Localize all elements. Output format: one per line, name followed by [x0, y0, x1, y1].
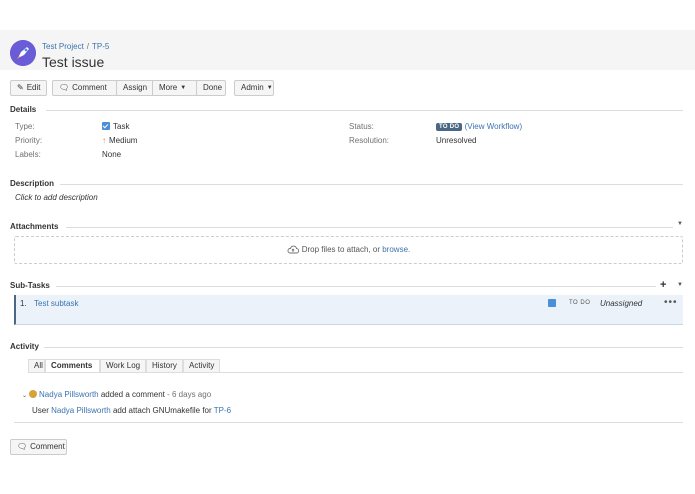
subtask-summary-link[interactable]: Test subtask: [34, 299, 78, 308]
priority-value-text: Medium: [109, 136, 138, 145]
breadcrumb-project-link[interactable]: Test Project: [42, 42, 84, 51]
comment-body-middle: add attach GNUmakefile for: [112, 406, 212, 415]
footer-comment-button[interactable]: 🗨 Comment: [10, 439, 67, 455]
add-subtask-plus-icon[interactable]: +: [660, 279, 666, 291]
status-badge: TO DO: [436, 123, 463, 131]
status-label: Status:: [349, 122, 374, 131]
breadcrumb-issue-key-link[interactable]: TP-5: [92, 42, 109, 51]
tab-all[interactable]: All: [28, 359, 45, 373]
collapse-chevron-down-icon[interactable]: ⌄: [22, 393, 27, 399]
comment-icon: 🗨: [59, 83, 70, 92]
tab-history[interactable]: History: [146, 359, 183, 373]
tab-activity[interactable]: Activity: [183, 359, 220, 373]
priority-value: ↑ Medium: [102, 136, 137, 145]
details-heading: Details: [10, 105, 37, 114]
page-title: Test issue: [42, 54, 105, 70]
user-avatar-icon: [29, 390, 38, 398]
resolution-value: Unresolved: [436, 136, 477, 145]
comment-button-label: Comment: [72, 83, 107, 92]
tabs-baseline: [28, 372, 683, 373]
activity-divider: [44, 347, 683, 348]
admin-button-label: Admin: [241, 83, 264, 92]
done-button-label: Done: [203, 83, 223, 92]
attachments-options-chevron-icon[interactable]: ▼: [677, 221, 683, 227]
comment-body-user-link[interactable]: Nadya Pillsworth: [51, 406, 111, 415]
labels-label: Labels:: [15, 150, 41, 159]
more-button-label: More: [159, 83, 178, 92]
description-divider: [60, 184, 683, 185]
breadcrumb: Test Project / TP-5: [42, 42, 109, 51]
subtask-status: TO DO: [569, 300, 591, 306]
priority-medium-icon: ↑: [102, 136, 106, 145]
status-value: TO DO (View Workflow): [436, 122, 522, 131]
comment-header: ⌄ Nadya Pillsworth added a comment - 6 da…: [22, 390, 211, 399]
comment-divider: [14, 422, 683, 423]
assign-button-label: Assign: [123, 83, 148, 92]
comment-author-link[interactable]: Nadya Pillsworth: [39, 390, 99, 399]
table-row[interactable]: 1. Test subtask TO DO Unassigned •••: [14, 295, 683, 325]
subtasks-heading: Sub-Tasks: [10, 281, 50, 290]
comment-action: added a comment: [100, 390, 165, 399]
comment-body-prefix: User: [32, 406, 49, 415]
done-button[interactable]: Done: [196, 80, 226, 96]
type-value-text: Task: [113, 122, 130, 131]
dropzone-text: Drop files to attach, or: [301, 245, 380, 254]
task-type-icon: [102, 122, 110, 130]
project-avatar-icon[interactable]: [10, 40, 36, 66]
description-heading: Description: [10, 179, 55, 188]
tab-comments[interactable]: Comments: [45, 359, 100, 373]
comment-body-issue-link[interactable]: TP-6: [214, 406, 231, 415]
priority-label: Priority:: [15, 136, 43, 145]
footer-comment-button-label: Comment: [30, 442, 65, 451]
admin-button[interactable]: Admin ▼: [234, 80, 274, 96]
comment-button[interactable]: 🗨 Comment: [52, 80, 120, 96]
view-workflow-link[interactable]: (View Workflow): [465, 122, 523, 131]
assign-button[interactable]: Assign: [116, 80, 152, 96]
comment-time: - 6 days ago: [167, 390, 212, 399]
issue-header: Test Project / TP-5 Test issue: [0, 30, 695, 70]
attachment-dropzone[interactable]: Drop files to attach, or browse.: [14, 236, 683, 264]
type-label: Type:: [15, 122, 35, 131]
subtask-type-icon: [548, 299, 556, 307]
resolution-label: Resolution:: [349, 136, 390, 145]
cloud-upload-icon: [287, 239, 299, 265]
subtask-index: 1.: [20, 299, 27, 308]
pencil-icon: ✎: [17, 83, 24, 92]
more-actions-icon[interactable]: •••: [664, 297, 678, 308]
tab-work-log[interactable]: Work Log: [100, 359, 146, 373]
chevron-down-icon: ▼: [180, 85, 187, 91]
subtask-assignee: Unassigned: [600, 299, 643, 308]
comment-body: User Nadya Pillsworth add attach GNUmake…: [32, 406, 231, 415]
edit-button[interactable]: ✎ Edit: [10, 80, 47, 96]
browse-link[interactable]: browse.: [382, 245, 410, 254]
edit-button-label: Edit: [26, 83, 41, 92]
subtasks-divider: [56, 286, 656, 287]
labels-value[interactable]: None: [102, 150, 121, 159]
details-divider: [46, 110, 683, 111]
comment-icon: 🗨: [17, 442, 28, 451]
breadcrumb-separator: /: [86, 42, 90, 51]
attachments-heading: Attachments: [10, 222, 59, 231]
description-placeholder[interactable]: Click to add description: [15, 193, 98, 202]
chevron-down-icon: ▼: [266, 85, 273, 91]
activity-heading: Activity: [10, 342, 39, 351]
attachments-divider: [66, 227, 673, 228]
type-value: Task: [102, 122, 129, 131]
more-button[interactable]: More ▼: [152, 80, 198, 96]
subtasks-options-chevron-icon[interactable]: ▼: [677, 282, 683, 288]
